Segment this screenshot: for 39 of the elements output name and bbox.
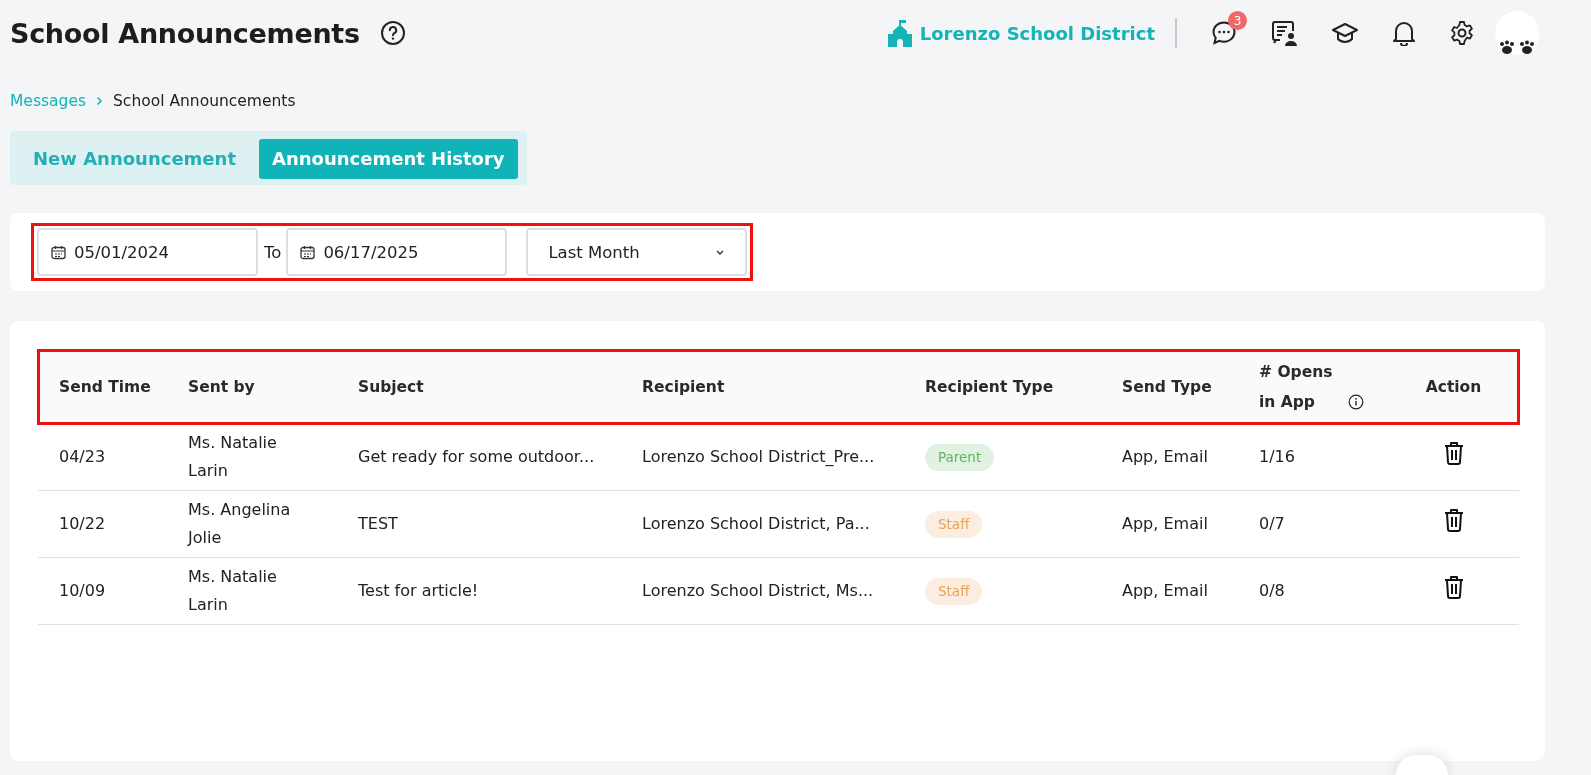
date-field[interactable]: 05/01/2024 [37,228,258,276]
table-cell: 04/23 [59,447,106,466]
recipient-type-tag: Staff [925,578,983,605]
table-cell: Test for article! [358,581,479,600]
table-cell-text: Ms. Angelina Jolie [188,499,292,549]
column-header: Send Type [1122,378,1212,396]
table-cell: Lorenzo School District_Pre... [642,447,875,466]
page-title: School Announcements [10,17,360,49]
breadcrumb-current: School Announcements [113,92,296,110]
table-cell: App, Email [1122,581,1208,600]
column-header: Sent by [188,378,255,396]
table-cell: 0/8 [1259,581,1285,600]
date-field[interactable]: 06/17/2025 [286,228,508,276]
column-header: Recipient [642,378,725,396]
table-cell: 1/16 [1259,447,1295,466]
column-header: # Opens in App [1259,362,1334,413]
range-dropdown[interactable]: Last Month [526,228,748,276]
table-cell: Get ready for some outdoor... [358,447,595,466]
table-cell: 10/22 [59,514,106,533]
date-separator: To [264,242,282,262]
table-row[interactable]: 10/22 Ms. Angelina Jolie TEST Lorenzo School District, Pa... Staff App, Email 0/7 [38,490,1519,558]
table-cell: App, Email [1122,447,1208,466]
column-header: Send Time [59,378,151,396]
table-cell: Lorenzo School District, Ms... [642,581,874,600]
table-cell: 10/09 [59,581,106,600]
table-cell-text: Ms. Natalie Larin [188,432,278,482]
notification-badge: 3 [1228,11,1247,30]
recipient-type-tag: Staff [925,511,983,538]
column-header: Recipient Type [925,378,1054,396]
table-row[interactable]: 04/23 Ms. Natalie Larin Get ready for some outdoor... Lorenzo School District_Pre... Parent App, Email 1/16 [38,424,1519,491]
table-row[interactable]: 10/09 Ms. Natalie Larin Test for article! Lorenzo School District, Ms... Staff App, Email 0/8 [38,557,1519,625]
column-header: Action [1425,378,1482,396]
table-cell: App, Email [1122,514,1208,533]
table-cell-text: Ms. Natalie Larin [188,566,278,616]
table-cell: TEST [358,514,398,533]
recipient-type-tag: Parent [925,444,995,471]
column-header: Subject [358,378,424,396]
table-cell: Lorenzo School District, Pa... [642,514,870,533]
table-cell: 0/7 [1259,514,1285,533]
